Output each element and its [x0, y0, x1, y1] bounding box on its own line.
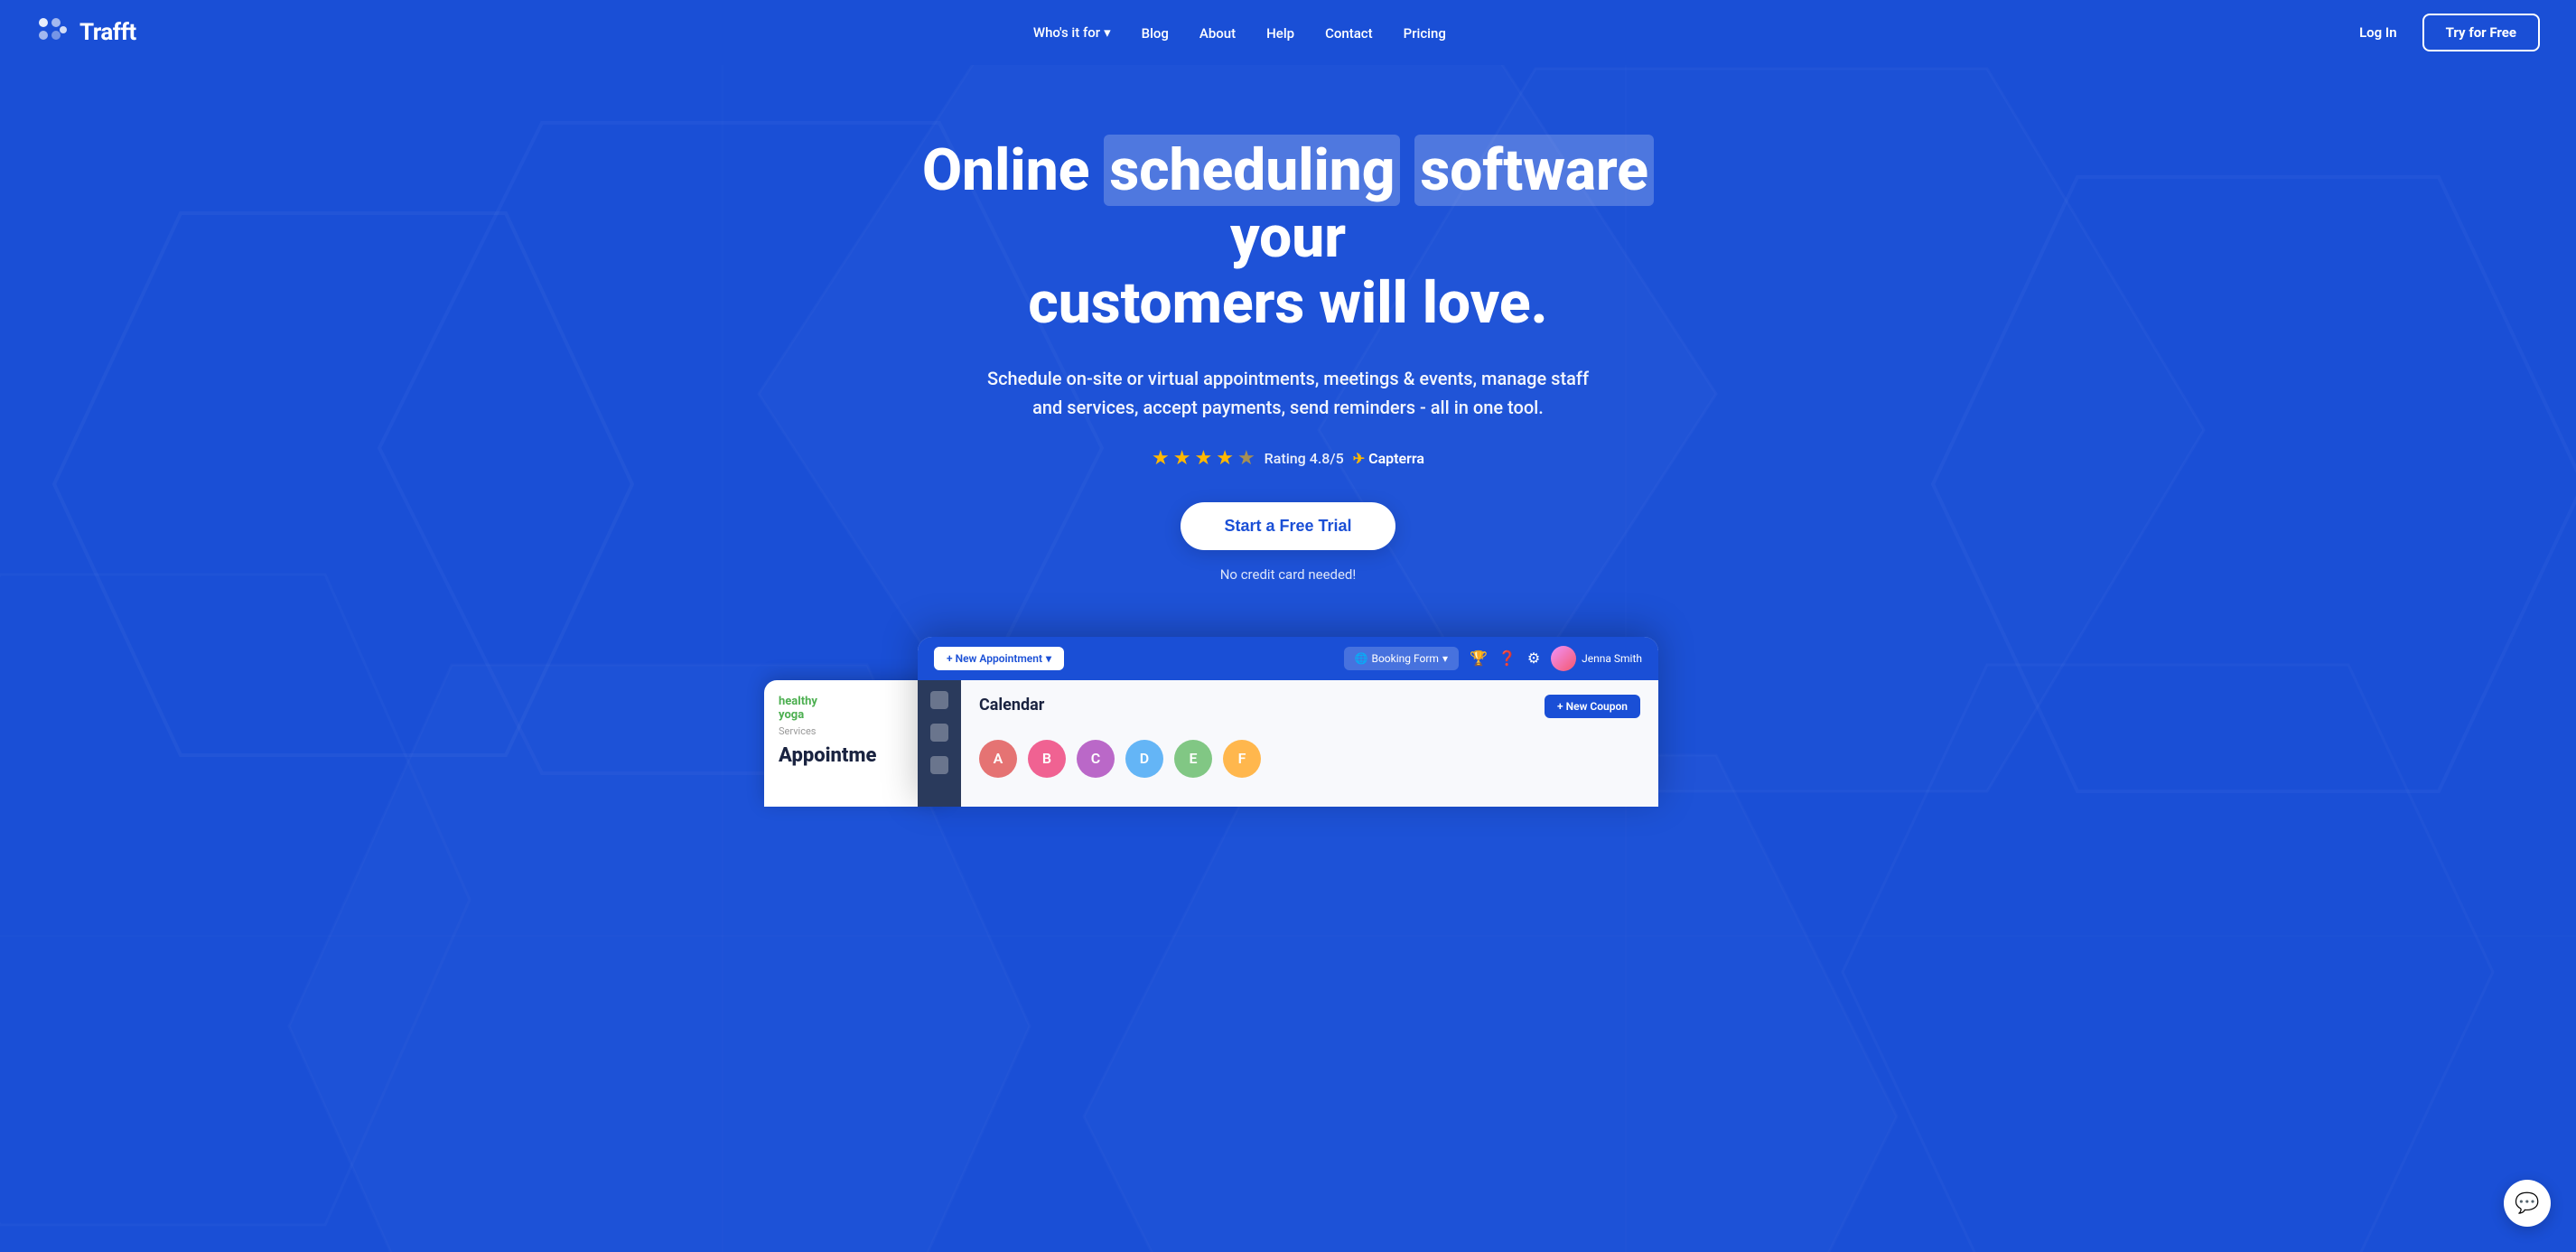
- hero-title-highlight1: scheduling: [1104, 135, 1400, 206]
- new-appointment-label: + New Appointment: [947, 652, 1042, 665]
- appointment-text: Appointme: [779, 744, 930, 767]
- avatar-1: A: [979, 740, 1017, 778]
- dropdown-arrow-icon: ▾: [1046, 652, 1051, 665]
- booking-form-label: Booking Form: [1371, 652, 1438, 665]
- nav-right: Log In Try for Free: [2343, 14, 2540, 51]
- capterra-icon: ✈: [1353, 450, 1365, 467]
- chat-icon: 💬: [2515, 1192, 2539, 1215]
- new-coupon-button[interactable]: + New Coupon: [1545, 695, 1640, 718]
- hero-title-part1: Online: [922, 136, 1104, 204]
- app-topbar-left: + New Appointment ▾: [934, 647, 1064, 670]
- login-button[interactable]: Log In: [2343, 17, 2413, 48]
- nav-item-about[interactable]: About: [1187, 24, 1248, 42]
- settings-icon[interactable]: ⚙: [1527, 649, 1540, 667]
- new-appointment-button[interactable]: + New Appointment ▾: [934, 647, 1064, 670]
- hero-title-highlight2: software: [1414, 135, 1654, 206]
- capterra-badge: ✈ Capterra: [1353, 450, 1424, 467]
- app-topbar: + New Appointment ▾ 🌐 Booking Form ▾ 🏆 ❓…: [918, 637, 1658, 680]
- hero-title: Online scheduling software your customer…: [900, 137, 1676, 337]
- logo-icon: [36, 15, 70, 50]
- avatar-3: C: [1077, 740, 1115, 778]
- nav-item-pricing[interactable]: Pricing: [1391, 24, 1459, 42]
- cta-area: Start a Free Trial No credit card needed…: [900, 502, 1676, 583]
- hero-title-line2: customers will love.: [1028, 269, 1547, 337]
- nav-link-pricing[interactable]: Pricing: [1391, 18, 1459, 49]
- main-nav: Trafft Who's it for ▾ Blog About Help: [0, 0, 2576, 65]
- trophy-icon: 🏆: [1470, 649, 1488, 667]
- globe-icon: 🌐: [1355, 652, 1368, 665]
- nav-link-about[interactable]: About: [1187, 18, 1248, 49]
- nav-link-blog[interactable]: Blog: [1129, 18, 1181, 49]
- nav-link-contact[interactable]: Contact: [1312, 18, 1386, 49]
- avatar-5: E: [1174, 740, 1212, 778]
- question-icon[interactable]: ❓: [1498, 649, 1517, 667]
- nav-link-help[interactable]: Help: [1254, 18, 1307, 49]
- nav-item-blog[interactable]: Blog: [1129, 24, 1181, 42]
- rating-text: Rating 4.8/5: [1265, 450, 1344, 467]
- chat-bubble-button[interactable]: 💬: [2504, 1180, 2551, 1227]
- star-1: ★: [1152, 447, 1170, 470]
- star-rating: ★ ★ ★ ★ ★: [1152, 447, 1255, 470]
- no-credit-text: No credit card needed!: [900, 566, 1676, 583]
- rating-row: ★ ★ ★ ★ ★ Rating 4.8/5 ✈ Capterra: [900, 447, 1676, 470]
- app-topbar-right: 🌐 Booking Form ▾ 🏆 ❓ ⚙ Jenna Smith: [1344, 646, 1642, 671]
- services-label: Services: [779, 725, 930, 737]
- hero-title-part2: your: [1230, 203, 1346, 271]
- avatar-4: D: [1125, 740, 1163, 778]
- star-2: ★: [1173, 447, 1191, 470]
- capterra-label: Capterra: [1368, 450, 1424, 467]
- app-sidebar: [918, 680, 961, 807]
- user-name: Jenna Smith: [1582, 652, 1642, 665]
- avatar-6: F: [1223, 740, 1261, 778]
- app-preview: healthyyoga Services Appointme + New App…: [791, 637, 1785, 807]
- avatars-row: A B C D E F: [979, 740, 1640, 778]
- chevron-down-icon: ▾: [1104, 24, 1111, 41]
- nav-item-contact[interactable]: Contact: [1312, 24, 1386, 42]
- user-avatar: [1551, 646, 1576, 671]
- booking-form-button[interactable]: 🌐 Booking Form ▾: [1344, 647, 1459, 670]
- new-coupon-label: + New Coupon: [1557, 700, 1628, 713]
- try-for-free-button[interactable]: Try for Free: [2422, 14, 2540, 51]
- start-free-trial-button[interactable]: Start a Free Trial: [1181, 502, 1395, 550]
- hero-section: Online scheduling software your customer…: [0, 65, 2576, 1252]
- logo[interactable]: Trafft: [36, 15, 136, 50]
- avatar-2: B: [1028, 740, 1066, 778]
- star-4: ★: [1216, 447, 1234, 470]
- calendar-title: Calendar: [979, 696, 1044, 715]
- app-window: + New Appointment ▾ 🌐 Booking Form ▾ 🏆 ❓…: [918, 637, 1658, 807]
- hero-title-space: [1400, 136, 1414, 204]
- app-body: Calendar + New Coupon A B C D E F: [918, 680, 1658, 807]
- nav-item-help[interactable]: Help: [1254, 24, 1307, 42]
- hero-subtitle: Schedule on-site or virtual appointments…: [972, 364, 1604, 422]
- app-main-content: Calendar + New Coupon A B C D E F: [961, 680, 1658, 807]
- user-badge[interactable]: Jenna Smith: [1551, 646, 1642, 671]
- sidebar-icon-2[interactable]: [930, 724, 948, 742]
- hero-content: Online scheduling software your customer…: [882, 65, 1694, 619]
- sidebar-icon-3[interactable]: [930, 756, 948, 774]
- nav-link-whos-it-for[interactable]: Who's it for ▾: [1021, 17, 1124, 48]
- booking-form-dropdown-icon: ▾: [1442, 652, 1448, 665]
- star-3: ★: [1194, 447, 1212, 470]
- sidebar-icon-1[interactable]: [930, 691, 948, 709]
- nav-menu: Who's it for ▾ Blog About Help Contact: [1021, 17, 1459, 48]
- star-half: ★: [1237, 447, 1255, 470]
- healthy-yoga-logo: healthyyoga: [779, 695, 930, 722]
- nav-item-whos-it-for[interactable]: Who's it for ▾: [1021, 17, 1124, 48]
- brand-name: Trafft: [79, 19, 136, 46]
